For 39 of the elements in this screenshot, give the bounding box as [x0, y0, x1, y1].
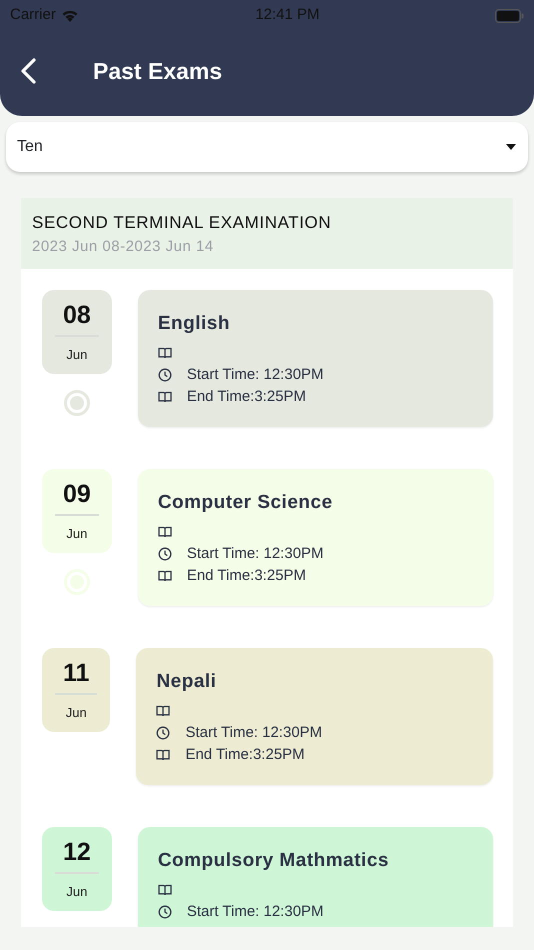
date-day: 11 — [55, 660, 98, 694]
date-day: 09 — [55, 481, 99, 516]
term-title: SECOND TERMINAL EXAMINATION — [32, 212, 332, 234]
term-dates: 2023 Jun 08-2023 Jun 14 — [32, 236, 215, 256]
date-month: Jun — [65, 524, 88, 542]
book-icon — [156, 705, 170, 717]
book-icon — [156, 749, 170, 761]
subject-name: Nepali — [156, 670, 218, 694]
date-month: Jun — [64, 704, 88, 722]
date-day: 12 — [55, 839, 99, 874]
clock-icon — [156, 726, 170, 740]
caret-icon — [506, 144, 516, 150]
subject-name: Computer Science — [158, 491, 334, 515]
start-time: Start Time: 12:30PM — [186, 544, 324, 564]
book-icon — [158, 570, 172, 582]
book-icon — [158, 391, 172, 403]
end-time: End Time:3:25PM — [186, 566, 306, 586]
date-day: 08 — [55, 302, 99, 336]
start-time: Start Time: 12:30PM — [185, 722, 322, 743]
clock-icon — [158, 547, 172, 561]
end-time: End Time:3:25PM — [186, 386, 306, 407]
status-time: 12:41 PM — [255, 5, 320, 26]
subject-name: English — [158, 312, 231, 336]
end-time: End Time:3:25PM — [185, 744, 305, 765]
clock-icon — [158, 368, 172, 382]
book-icon — [158, 347, 172, 359]
carrier-label: Carrier — [10, 5, 56, 26]
date-month: Jun — [65, 882, 88, 900]
clock-icon — [158, 905, 172, 919]
date-month: Jun — [65, 346, 88, 364]
book-icon — [158, 526, 172, 538]
wifi-icon — [60, 8, 80, 23]
start-time: Start Time: 12:30PM — [186, 364, 324, 385]
page-title: Past Exams — [93, 57, 222, 86]
class-dropdown[interactable]: Ten — [6, 122, 528, 172]
book-icon — [158, 884, 172, 896]
start-time: Start Time: 12:30PM — [186, 902, 324, 922]
battery-icon — [495, 8, 524, 22]
subject-name: Compulsory Mathmatics — [158, 849, 390, 873]
